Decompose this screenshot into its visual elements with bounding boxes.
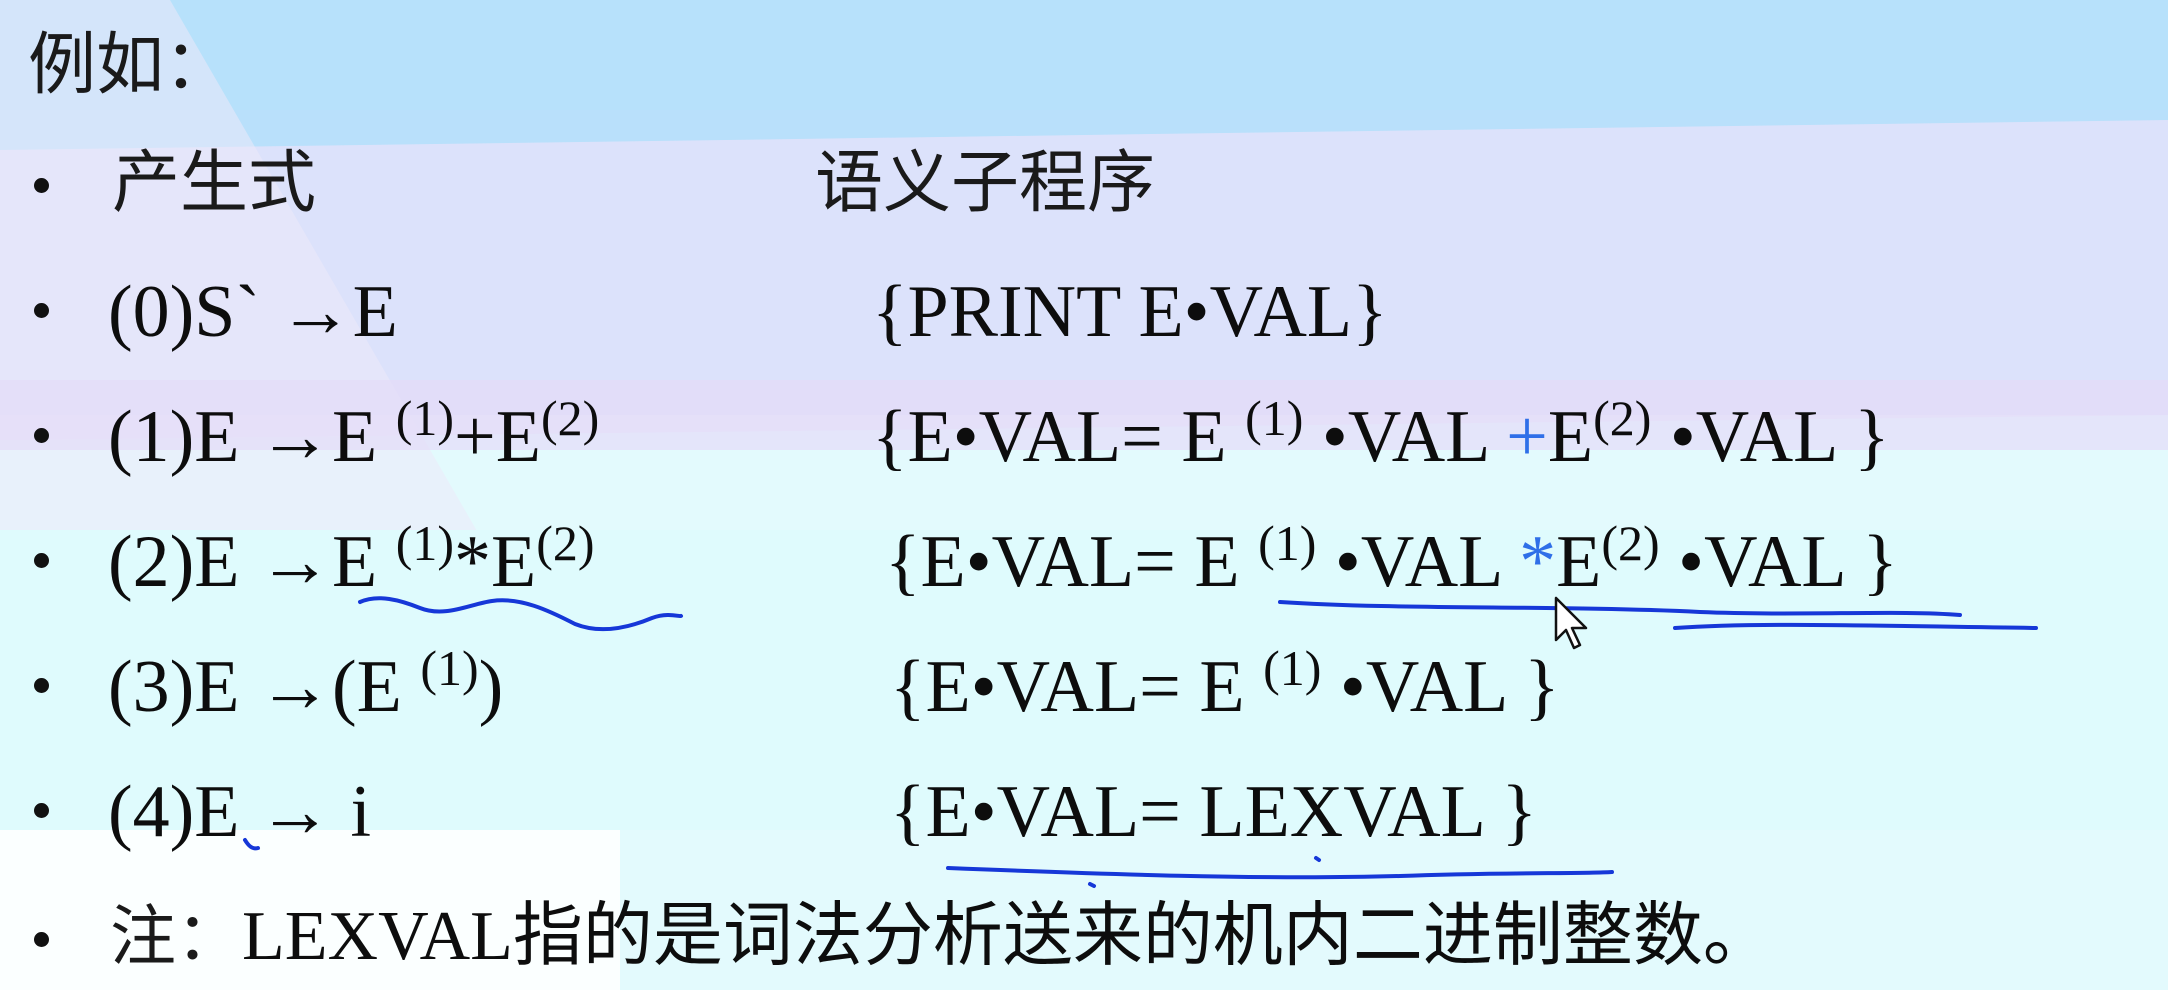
background-top-band bbox=[0, 0, 2168, 110]
action-text: {E•VAL= E bbox=[885, 521, 1259, 603]
bullet bbox=[34, 932, 49, 947]
production-0: (0)S` →E bbox=[108, 275, 398, 349]
production-number: (0) bbox=[108, 271, 195, 353]
superscript: (1) bbox=[395, 515, 455, 571]
operator: * bbox=[454, 521, 492, 603]
production-3: (3)E →(E (1)) bbox=[108, 643, 503, 724]
superscript: (1) bbox=[395, 390, 455, 446]
action-text: •VAL bbox=[1334, 521, 1520, 603]
note-label: 注： bbox=[110, 898, 242, 975]
bullet bbox=[34, 553, 49, 568]
bullet bbox=[34, 428, 49, 443]
paren: ) bbox=[478, 646, 504, 728]
production-rhs: E bbox=[495, 396, 541, 478]
operator: * bbox=[1519, 521, 1557, 603]
semantic-action-3: {E•VAL= E (1) •VAL } bbox=[890, 643, 1560, 724]
production-header: 产生式 bbox=[112, 144, 317, 223]
bullet bbox=[34, 303, 49, 318]
note: 注：LEXVAL指的是词法分析送来的机内二进制整数。 bbox=[110, 902, 1773, 972]
superscript: (2) bbox=[1593, 390, 1652, 446]
production-number: (4) bbox=[108, 771, 195, 853]
production-rhs: E bbox=[491, 521, 537, 603]
production-lhs: E →E bbox=[194, 521, 378, 603]
production-1: (1)E →E (1)+E(2) bbox=[108, 393, 599, 474]
action-text: {E•VAL= E bbox=[890, 646, 1264, 728]
superscript: (1) bbox=[1258, 515, 1317, 571]
semantic-action-2: {E•VAL= E (1) •VAL *E(2) •VAL } bbox=[885, 518, 1898, 599]
production-number: (1) bbox=[108, 396, 195, 478]
production-number: (3) bbox=[108, 646, 195, 728]
production-lhs: E →(E bbox=[194, 646, 421, 728]
action-text: {E•VAL= E bbox=[872, 396, 1246, 478]
semantic-action-0: {PRINT E•VAL} bbox=[872, 271, 1388, 353]
production-lhs: E →E bbox=[194, 396, 378, 478]
superscript: (1) bbox=[1245, 390, 1304, 446]
bullet bbox=[34, 803, 49, 818]
action-text: •VAL bbox=[1321, 396, 1507, 478]
semantic-header: 语义子程序 bbox=[815, 144, 1156, 223]
superscript: (2) bbox=[540, 390, 600, 446]
action-text: •VAL } bbox=[1339, 646, 1560, 728]
superscript: (1) bbox=[420, 640, 479, 696]
action-text: E bbox=[1547, 396, 1594, 478]
action-text: E bbox=[1556, 521, 1602, 603]
production-4: (4)E → i bbox=[108, 775, 371, 849]
production-2: (2)E →E (1)*E(2) bbox=[108, 518, 595, 599]
production-lhs: E → i bbox=[194, 771, 372, 853]
action-text: •VAL } bbox=[1669, 396, 1890, 478]
note-text: LEXVAL指的是词法分析送来的机内二进制整数。 bbox=[242, 898, 1773, 975]
superscript: (1) bbox=[1263, 640, 1322, 696]
bullet bbox=[34, 678, 49, 693]
action-text: •VAL } bbox=[1678, 521, 1898, 603]
production-number: (2) bbox=[108, 521, 195, 603]
operator: + bbox=[454, 396, 496, 478]
production-lhs: S` →E bbox=[194, 271, 398, 353]
superscript: (2) bbox=[536, 515, 595, 571]
superscript: (2) bbox=[1601, 515, 1660, 571]
operator: + bbox=[1506, 396, 1548, 478]
semantic-action-4: {E•VAL= LEXVAL } bbox=[890, 771, 1538, 853]
semantic-action-1: {E•VAL= E (1) •VAL +E(2) •VAL } bbox=[872, 393, 1890, 474]
intro-text: 例如： bbox=[28, 26, 233, 105]
bullet bbox=[34, 178, 49, 193]
